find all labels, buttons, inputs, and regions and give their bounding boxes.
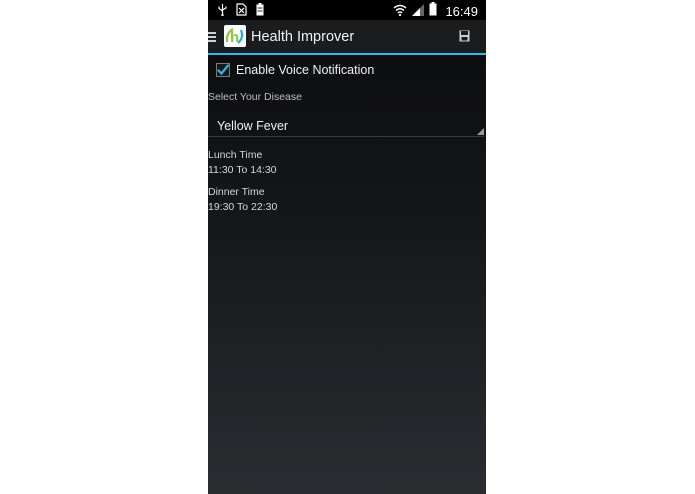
- dinner-time-label: Dinner Time: [208, 186, 265, 198]
- dropdown-arrow-icon: [477, 128, 484, 135]
- disease-spinner[interactable]: Yellow Fever: [208, 111, 484, 137]
- app-logo[interactable]: h: [224, 25, 246, 47]
- selected-disease: Yellow Fever: [217, 119, 289, 133]
- voice-notification-checkbox[interactable]: [216, 63, 230, 77]
- action-bar: h Health Improver: [208, 20, 486, 55]
- voice-notification-row[interactable]: Enable Voice Notification: [216, 62, 374, 78]
- lunch-time-block: Lunch Time 11:30 To 14:30: [208, 148, 277, 178]
- signal-icon: [412, 3, 425, 21]
- voice-notification-label: Enable Voice Notification: [236, 63, 375, 77]
- drawer-icon[interactable]: [208, 32, 216, 44]
- usb-icon: [218, 3, 227, 21]
- phone-screen: 16:49 h Health Improver Enable Voice Not…: [208, 0, 486, 494]
- lunch-time-label: Lunch Time: [208, 149, 263, 161]
- dinner-time-block: Dinner Time 19:30 To 22:30: [208, 185, 277, 215]
- battery-icon: [429, 2, 437, 21]
- app-title: Health Improver: [251, 29, 355, 45]
- wifi-icon: [393, 3, 407, 21]
- save-icon[interactable]: [459, 29, 470, 42]
- status-bar: 16:49: [208, 0, 486, 20]
- disease-section-label: Select Your Disease: [208, 91, 302, 103]
- dinner-time-value: 19:30 To 22:30: [208, 201, 278, 213]
- lunch-time-value: 11:30 To 14:30: [208, 164, 277, 176]
- svg-text:h: h: [230, 29, 239, 46]
- sim-card-icon: [236, 3, 247, 21]
- battery-icon: [256, 3, 264, 21]
- status-time: 16:49: [445, 4, 478, 19]
